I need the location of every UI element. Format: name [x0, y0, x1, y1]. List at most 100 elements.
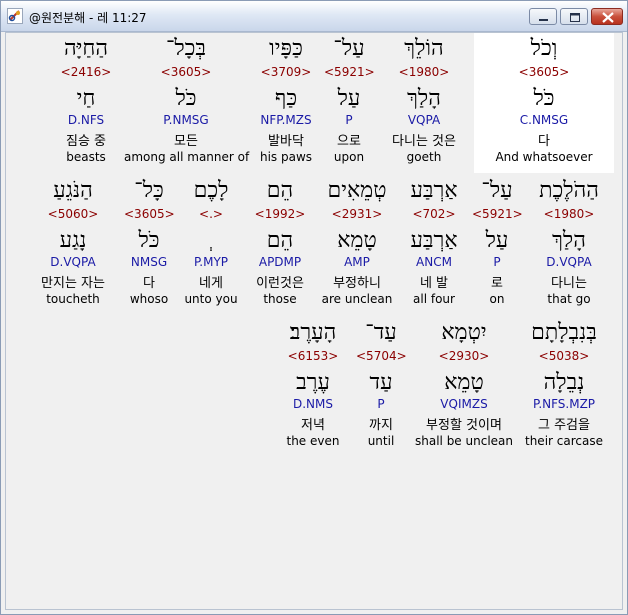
korean-gloss: 발바닥	[268, 134, 304, 149]
app-logo-icon	[7, 8, 23, 24]
english-gloss: all four	[413, 292, 455, 306]
strong-number: <3605>	[518, 65, 570, 79]
hebrew-lemma: כֹּל	[138, 228, 160, 253]
morph-code: NMSG	[130, 255, 168, 269]
maximize-icon	[570, 13, 580, 22]
word-cell[interactable]: הַנֹּגֵעַ <5060> נָגַע D.VQPA 만지는 자는 tou…	[28, 175, 118, 315]
close-icon	[602, 12, 614, 23]
word-cell[interactable]: כָּל־ <3605> כֹּל NMSG 다 whoso	[124, 175, 175, 315]
english-gloss: toucheth	[46, 292, 100, 306]
maximize-button[interactable]	[560, 8, 588, 25]
word-cell[interactable]: הוֹלֵךְ <1980> הָלַךְ VQPA 다니는 것은 goeth	[380, 33, 468, 173]
hebrew-lemma: אַרְבַּע	[410, 228, 458, 253]
word-cell[interactable]: הַהֹלֶכֶת <1980> הָלַךְ D.VQPA 다니는 that …	[528, 175, 610, 315]
hebrew-lemma: טָמֵא	[444, 370, 484, 395]
english-gloss: shall be unclean	[415, 434, 513, 448]
morph-code: P	[377, 397, 385, 411]
hebrew-lemma: עַל	[485, 228, 509, 253]
hebrew-word: אַרְבַּע	[410, 178, 458, 203]
morph-code: P.MYP	[193, 255, 229, 269]
english-gloss: his paws	[259, 150, 313, 164]
hebrew-lemma: כֹּל	[175, 86, 197, 111]
hebrew-lemma: נָגַע	[59, 228, 87, 253]
hebrew-word: בְּנִבְלָתָם	[531, 320, 597, 345]
hebrew-lemma: טָמֵא	[337, 228, 377, 253]
korean-gloss: 이런것은	[256, 276, 304, 291]
english-gloss: among all manner of	[124, 150, 250, 164]
hebrew-lemma: כֹּל	[533, 86, 555, 111]
word-cell[interactable]: עַד־ <5704> עַד P 까지 until	[356, 317, 407, 457]
hebrew-word: יִטְמָא	[441, 320, 487, 345]
word-cell[interactable]: בְּכָל־ <3605> כֹּל P.NMSG 모든 among all …	[124, 33, 250, 173]
strong-number: <3709>	[260, 65, 312, 79]
morph-code: D.NMS	[292, 397, 333, 411]
korean-gloss: 네 발	[419, 276, 449, 291]
strong-number: <5921>	[324, 65, 375, 79]
verse-row-2: הַנֹּגֵעַ <5060> נָגַע D.VQPA 만지는 자는 tou…	[6, 175, 622, 315]
word-cell[interactable]: אַרְבַּע <702> אַרְבַּע ANCM 네 발 all fou…	[402, 175, 466, 315]
korean-gloss: 다니는 것은	[392, 134, 456, 149]
strong-number: <3605>	[124, 207, 175, 221]
app-window: @원전분해 - 레 11:27 הַחַיָּה <2416> חַי D.NF…	[0, 0, 628, 615]
word-cell[interactable]: לָכֶם <.> ְ P.MYP 네게 unto you	[180, 175, 242, 315]
window-title: @원전분해 - 레 11:27	[29, 11, 147, 25]
hebrew-word: הַנֹּגֵעַ	[53, 178, 93, 203]
hebrew-word: לָכֶם	[193, 178, 229, 203]
korean-gloss: 저녁	[301, 418, 325, 433]
strong-number: <2931>	[331, 207, 383, 221]
word-cell[interactable]: הֵם <1992> הֵם APDMP 이런것은 those	[248, 175, 312, 315]
word-cell[interactable]: הַחַיָּה <2416> חַי D.NFS 짐승 중 beasts	[56, 33, 116, 173]
korean-gloss: 다니는	[551, 276, 587, 291]
morph-code: P.NMSG	[163, 113, 209, 127]
strong-number: <2416>	[60, 65, 112, 79]
english-gloss: whoso	[129, 292, 169, 306]
english-gloss: their carcase	[525, 434, 603, 448]
hebrew-lemma: עַד	[369, 370, 393, 395]
korean-gloss: 부정할 것이며	[426, 418, 502, 433]
close-button[interactable]	[591, 8, 623, 25]
hebrew-word: עַל־	[333, 36, 365, 61]
english-gloss: upon	[333, 150, 365, 164]
strong-number: <5921>	[472, 207, 523, 221]
english-gloss: until	[367, 434, 395, 448]
word-cell[interactable]: בְּנִבְלָתָם <5038> נְבֵלָה P.NFS.MZP 그 …	[522, 317, 606, 457]
strong-number: <1980>	[543, 207, 595, 221]
word-cell[interactable]: יִטְמָא <2930> טָמֵא VQIMZS 부정할 것이며 shal…	[412, 317, 516, 457]
korean-gloss: 다	[538, 134, 550, 149]
morph-code: APDMP	[258, 255, 302, 269]
english-gloss: those	[263, 292, 297, 306]
hebrew-lemma: הֵם	[266, 228, 294, 253]
morph-code: NFP.MZS	[260, 113, 312, 127]
korean-gloss: 부정하니	[333, 276, 381, 291]
hebrew-word: הָעָרֶב׃	[289, 320, 337, 345]
minimize-button[interactable]	[529, 8, 557, 25]
strong-number: <5060>	[47, 207, 99, 221]
korean-gloss: 까지	[369, 418, 393, 433]
hebrew-word: הֵם	[266, 178, 294, 203]
word-cell[interactable]: הָעָרֶב׃ <6153> עֶרֶב D.NMS 저녁 the even	[276, 317, 350, 457]
word-cell[interactable]: עַל־ <5921> עַל P 으로 upon	[324, 33, 375, 173]
word-cell[interactable]: טְמֵאִים <2931> טָמֵא AMP 부정하니 are uncle…	[318, 175, 396, 315]
word-cell-selected[interactable]: וְכֹל <3605> כֹּל C.NMSG 다 And whatsoeve…	[474, 33, 614, 173]
english-gloss: on	[489, 292, 505, 306]
hebrew-lemma: נְבֵלָה	[543, 370, 585, 395]
word-cell[interactable]: עַל־ <5921> עַל P 로 on	[472, 175, 523, 315]
strong-number: <702>	[412, 207, 456, 221]
korean-gloss: 다	[143, 276, 155, 291]
hebrew-lemma: הָלַךְ	[552, 228, 586, 253]
hebrew-word: וְכֹל	[530, 36, 558, 61]
korean-gloss: 그 주검을	[538, 418, 590, 433]
morph-code: P	[493, 255, 501, 269]
word-cell[interactable]: כַּפָּיו <3709> כַּף NFP.MZS 발바닥 his paw…	[254, 33, 318, 173]
morph-code: ANCM	[416, 255, 452, 269]
english-gloss: unto you	[184, 292, 238, 306]
hebrew-word: בְּכָל־	[165, 36, 207, 61]
english-gloss: And whatsoever	[495, 150, 593, 164]
korean-gloss: 만지는 자는	[41, 276, 105, 291]
title-bar[interactable]: @원전분해 - 레 11:27	[1, 1, 627, 32]
english-gloss: the even	[286, 434, 340, 448]
strong-number: <1992>	[254, 207, 306, 221]
morph-code: D.VQPA	[50, 255, 96, 269]
morph-code: C.NMSG	[519, 113, 569, 127]
analysis-panel[interactable]: הַחַיָּה <2416> חַי D.NFS 짐승 중 beasts בְ…	[5, 32, 623, 610]
